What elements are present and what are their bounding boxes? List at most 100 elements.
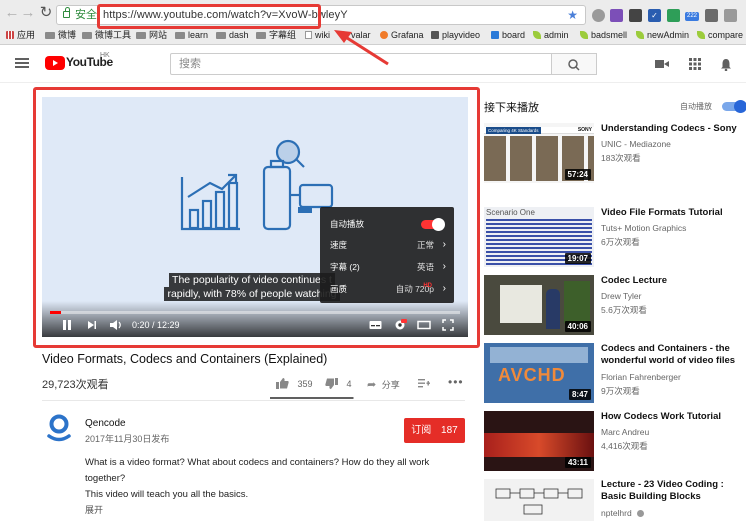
recommended-video[interactable]: Scenario One 19:07 Video File Formats Tu… [484, 207, 746, 267]
video-thumbnail[interactable]: 43:11 [484, 411, 594, 471]
recommended-video[interactable]: Comparing 4K Standards SONY 57:24 Unders… [484, 123, 746, 183]
video-title[interactable]: Codecs and Containers - the wonderful wo… [601, 343, 743, 367]
bookmark-link[interactable]: board [491, 27, 525, 44]
player-highlight-box [33, 87, 480, 348]
bookmark-link[interactable]: compare [697, 27, 743, 44]
bookmark-page[interactable]: wiki [305, 27, 330, 44]
upload-video-icon[interactable] [655, 58, 669, 70]
channel-name-text: nptelhrd [601, 508, 632, 518]
image-icon [431, 31, 439, 39]
more-actions-icon[interactable]: ••• [448, 375, 464, 389]
dislike-button[interactable]: 4 [325, 378, 352, 389]
video-thumbnail[interactable]: 40:06 [484, 275, 594, 335]
extension-grey-icon[interactable] [705, 9, 718, 22]
folder-icon [216, 32, 226, 39]
publish-date: 2017年11月30日发布 [85, 434, 170, 444]
channel-name[interactable]: Florian Fahrenberger [601, 372, 681, 382]
lock-icon [63, 7, 70, 18]
extension-dark-icon[interactable] [629, 9, 642, 22]
bookmark-apps[interactable]: 应用 [6, 27, 35, 44]
video-title[interactable]: Lecture - 23 Video Coding : Basic Buildi… [601, 479, 743, 503]
channel-avatar[interactable] [46, 414, 72, 442]
apps-grid-icon [6, 31, 14, 39]
channel-name[interactable]: nptelhrd [601, 508, 645, 518]
recommended-video[interactable]: 40:06 Codec Lecture Drew Tyler 5.6万次观看 [484, 275, 746, 335]
video-title[interactable]: Understanding Codecs - Sony [601, 123, 743, 135]
extension-menu-icon[interactable] [724, 9, 737, 22]
video-thumbnail[interactable]: Scenario One 19:07 [484, 207, 594, 267]
recommended-video[interactable]: 43:11 How Codecs Work Tutorial Marc Andr… [484, 411, 746, 471]
bookmark-folder[interactable]: dash [216, 27, 249, 44]
show-more-link[interactable]: 展开 [85, 503, 103, 516]
like-button[interactable]: 359 [276, 378, 313, 389]
view-count: 4,416次观看 [601, 441, 648, 451]
secure-label: 安全 [75, 9, 97, 21]
bookmark-folder[interactable]: 微博 [45, 27, 76, 44]
add-to-playlist-icon[interactable] [418, 378, 430, 390]
duration-badge: 43:11 [564, 457, 591, 468]
channel-name[interactable]: Tuts+ Motion Graphics [601, 223, 686, 233]
board-icon [491, 31, 499, 39]
video-title[interactable]: How Codecs Work Tutorial [601, 411, 743, 423]
apps-grid-icon[interactable] [688, 58, 702, 70]
channel-name[interactable]: Marc Andreu [601, 427, 649, 437]
subscribe-button[interactable]: 订阅 187 [404, 418, 465, 443]
back-arrow-icon[interactable]: ← [4, 5, 20, 21]
thumbnail-banner: Comparing 4K Standards SONY [484, 127, 594, 134]
channel-name[interactable]: UNIC - Mediazone [601, 139, 671, 149]
page-icon [305, 31, 312, 39]
bookmark-folder[interactable]: 网站 [136, 27, 167, 44]
folder-icon [175, 32, 185, 39]
bookmark-label: 微博 [58, 30, 77, 40]
channel-name[interactable]: Drew Tyler [601, 291, 641, 301]
bookmark-link[interactable]: valar [340, 27, 371, 44]
bookmark-link[interactable]: playvideo [431, 27, 480, 44]
thumbnail-text: Scenario One [486, 208, 535, 217]
bookmark-link[interactable]: badsmell [580, 27, 627, 44]
bookmark-label: Grafana [391, 30, 424, 40]
share-label: 分享 [381, 380, 400, 390]
video-title[interactable]: Codec Lecture [601, 275, 743, 287]
thumbnail-diagram [490, 347, 588, 363]
thumbnail-person [546, 289, 560, 329]
forward-arrow-icon[interactable]: → [20, 5, 36, 21]
bookmark-label: badsmell [591, 30, 628, 40]
video-thumbnail[interactable]: AVCHD 8:47 [484, 343, 594, 403]
recommended-video[interactable]: Lecture - 23 Video Coding : Basic Buildi… [484, 479, 746, 521]
bookmark-star-icon[interactable]: ★ [567, 6, 578, 24]
search-input[interactable]: 搜索 [170, 53, 552, 75]
recommended-video[interactable]: AVCHD 8:47 Codecs and Containers - the w… [484, 343, 746, 403]
youtube-logo-icon[interactable] [45, 56, 65, 70]
notifications-bell-icon[interactable] [719, 58, 733, 72]
channel-name[interactable]: Qencode [85, 418, 126, 429]
share-arrow-icon: ➦ [367, 379, 377, 391]
view-count: 5.6万次观看 [601, 305, 647, 315]
hamburger-menu-icon[interactable] [15, 58, 29, 68]
duration-badge: 57:24 [564, 169, 591, 180]
bookmark-folder[interactable]: 字幕组 [256, 27, 296, 44]
video-thumbnail[interactable]: Comparing 4K Standards SONY 57:24 [484, 123, 594, 183]
sidebar-autoplay-toggle[interactable] [722, 100, 746, 113]
extension-badge[interactable]: 222 [685, 12, 699, 21]
view-count: 29,723次观看 [42, 379, 109, 391]
reload-icon[interactable]: ↻ [38, 5, 54, 21]
extension-check-icon[interactable]: ✓ [648, 9, 661, 22]
bookmark-label: compare [708, 30, 744, 40]
bookmark-folder[interactable]: learn [175, 27, 208, 44]
extension-circle-icon[interactable] [592, 9, 605, 22]
video-title[interactable]: Video File Formats Tutorial [601, 207, 743, 219]
share-button[interactable]: ➦ 分享 [367, 378, 400, 391]
bookmark-folder[interactable]: 微博工具 [82, 27, 131, 44]
bookmark-link[interactable]: newAdmin [636, 27, 689, 44]
bookmark-label: admin [544, 30, 569, 40]
extension-purple-icon[interactable] [610, 9, 623, 22]
video-thumbnail[interactable] [484, 479, 594, 521]
bookmark-link[interactable]: admin [533, 27, 569, 44]
extension-green-icon[interactable] [667, 9, 680, 22]
bookmark-label: 应用 [17, 30, 36, 40]
bookmark-link[interactable]: Grafana [380, 27, 424, 44]
thumbnail-background [564, 281, 590, 323]
bookmark-label: dash [229, 30, 249, 40]
search-button[interactable] [552, 53, 597, 75]
region-label: HK [100, 52, 110, 59]
